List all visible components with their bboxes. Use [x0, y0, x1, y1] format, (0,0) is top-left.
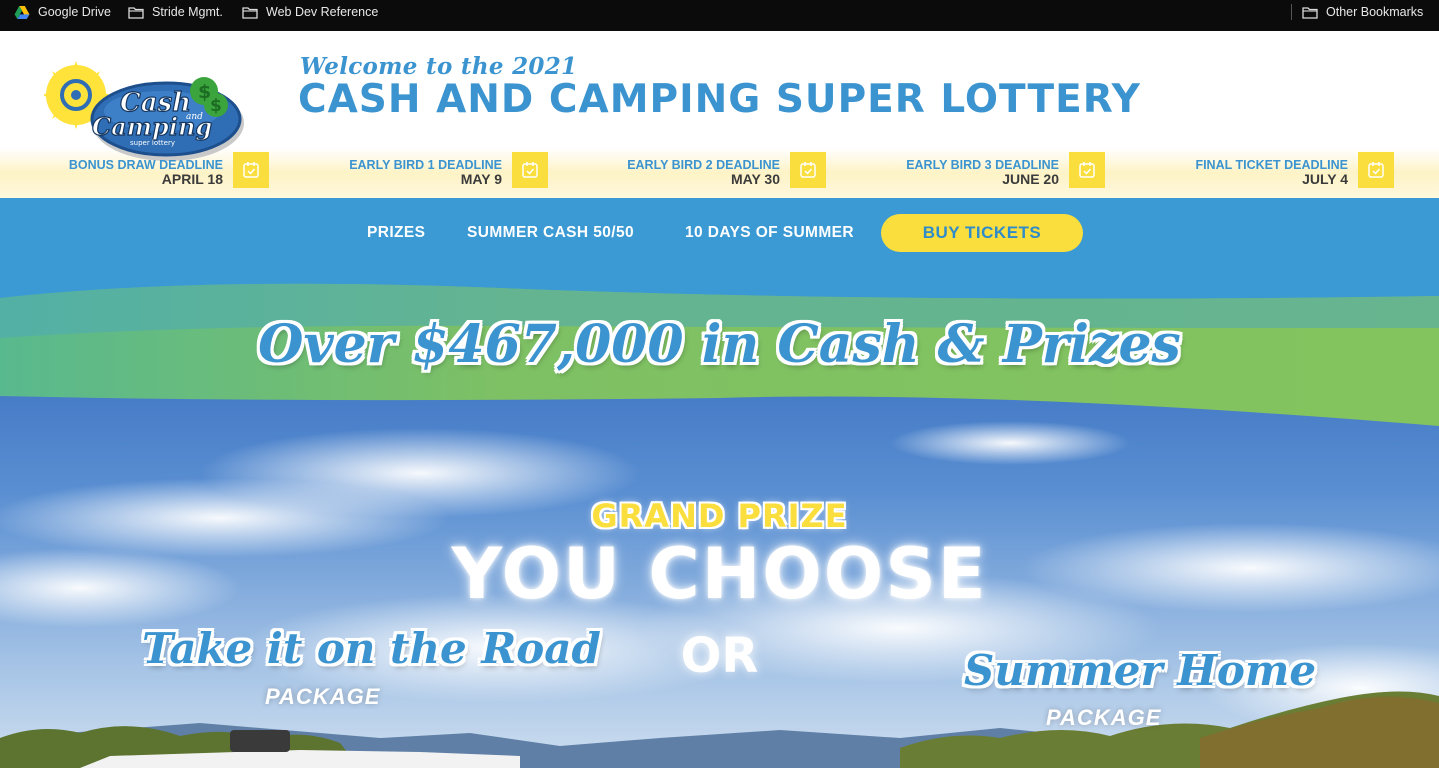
- calendar-check-icon: [512, 152, 548, 188]
- nav-link-10-days-of-summer[interactable]: 10 DAYS OF SUMMER: [685, 224, 854, 242]
- prize-total-banner: Over $467,000 in Cash & Prizes: [258, 314, 1181, 375]
- bookmark-stride-mgmt[interactable]: Stride Mgmt.: [128, 0, 223, 24]
- calendar-check-icon: [1358, 152, 1394, 188]
- deadline-date: JUNE 20: [1002, 171, 1059, 187]
- bookmark-label: Stride Mgmt.: [152, 5, 223, 19]
- deadline-early-bird-1: EARLY BIRD 1 DEADLINE MAY 9: [318, 152, 548, 188]
- you-choose-heading: YOU CHOOSE: [451, 533, 988, 615]
- deadline-early-bird-2: EARLY BIRD 2 DEADLINE MAY 30: [596, 152, 826, 188]
- page-title: CASH AND CAMPING SUPER LOTTERY: [298, 77, 1141, 122]
- folder-icon: [1302, 6, 1318, 19]
- bookmark-google-drive[interactable]: Google Drive: [14, 0, 111, 24]
- folder-icon: [242, 6, 258, 19]
- bookmarks-bar: Google Drive Stride Mgmt. Web Dev Refere…: [0, 0, 1439, 31]
- bookmark-web-dev-reference[interactable]: Web Dev Reference: [242, 0, 378, 24]
- deadline-label: EARLY BIRD 2 DEADLINE: [627, 158, 780, 172]
- cash-and-camping-logo[interactable]: $ $ Cash and Camping super lottery: [44, 61, 246, 165]
- bookmark-label: Web Dev Reference: [266, 5, 379, 19]
- calendar-check-icon: [1069, 152, 1105, 188]
- folder-icon: [128, 6, 144, 19]
- bookmark-label: Other Bookmarks: [1326, 5, 1424, 19]
- svg-text:super lottery: super lottery: [130, 139, 175, 147]
- road-package-label: PACKAGE: [265, 684, 381, 709]
- deadline-label: FINAL TICKET DEADLINE: [1195, 158, 1348, 172]
- deadline-bonus-draw: BONUS DRAW DEADLINE APRIL 18: [40, 152, 269, 188]
- site-header: $ $ Cash and Camping super lottery Welco…: [0, 31, 1439, 198]
- calendar-check-icon: [790, 152, 826, 188]
- road-package-title[interactable]: Take it on the Road: [142, 624, 601, 673]
- summer-home-package-label: PACKAGE: [1046, 705, 1162, 730]
- grand-prize-label: GRAND PRIZE: [591, 497, 848, 535]
- deadline-label: EARLY BIRD 1 DEADLINE: [349, 158, 502, 172]
- buy-tickets-button[interactable]: BUY TICKETS: [881, 214, 1083, 252]
- deadline-label: EARLY BIRD 3 DEADLINE: [906, 158, 1059, 172]
- nav-link-prizes[interactable]: PRIZES: [367, 224, 425, 242]
- deadline-final-ticket: FINAL TICKET DEADLINE JULY 4: [1164, 152, 1394, 188]
- summer-home-package-title[interactable]: Summer Home: [964, 646, 1316, 695]
- bookmarks-divider: [1291, 4, 1292, 20]
- deadline-date: APRIL 18: [161, 171, 223, 187]
- deadline-early-bird-3: EARLY BIRD 3 DEADLINE JUNE 20: [875, 152, 1105, 188]
- deadline-label: BONUS DRAW DEADLINE: [68, 158, 223, 172]
- google-drive-icon: [14, 5, 30, 19]
- svg-text:Camping: Camping: [92, 112, 212, 141]
- main-nav: PRIZES SUMMER CASH 50/50 10 DAYS OF SUMM…: [0, 198, 1439, 270]
- deadline-date: MAY 30: [730, 171, 780, 187]
- bookmark-other-bookmarks[interactable]: Other Bookmarks: [1302, 0, 1423, 24]
- hero-section: Over $467,000 in Cash & Prizes GRAND PRI…: [0, 268, 1439, 768]
- welcome-text: Welcome to the 2021: [300, 53, 578, 80]
- bookmark-label: Google Drive: [38, 5, 111, 19]
- calendar-check-icon: [233, 152, 269, 188]
- nav-link-summer-cash[interactable]: SUMMER CASH 50/50: [467, 224, 634, 242]
- deadline-date: JULY 4: [1302, 171, 1348, 187]
- deadline-date: MAY 9: [460, 171, 502, 187]
